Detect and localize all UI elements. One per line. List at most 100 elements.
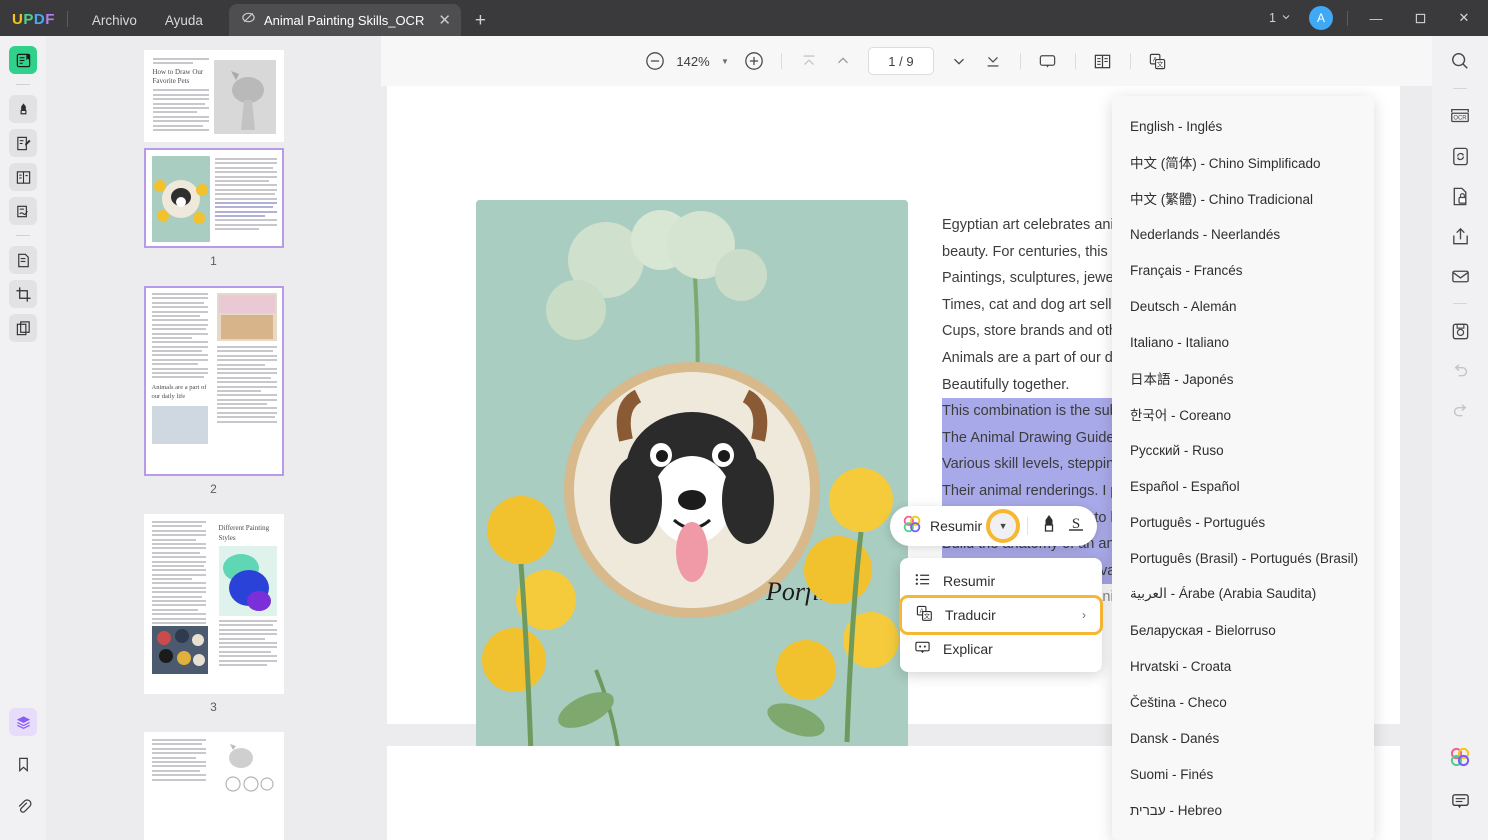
- thumbnail-page-2[interactable]: Animals are a part of our daily life: [143, 286, 284, 476]
- last-page-icon[interactable]: [976, 46, 1010, 76]
- thumbnail-page-1b[interactable]: [143, 148, 284, 248]
- ai-menu-label: Traducir: [945, 607, 996, 623]
- presentation-icon[interactable]: [1031, 46, 1065, 76]
- comment-icon[interactable]: [1447, 788, 1473, 814]
- translate-icon: A文: [916, 605, 933, 625]
- page-indicator[interactable]: 1 / 9: [867, 47, 934, 75]
- close-icon[interactable]: ✕: [438, 13, 451, 28]
- language-option[interactable]: Português (Brasil) - Portugués (Brasil): [1112, 540, 1374, 576]
- strikethrough-icon[interactable]: S: [1067, 513, 1085, 540]
- language-option[interactable]: 한국어 - Coreano: [1112, 396, 1374, 432]
- document-tab[interactable]: Animal Painting Skills_OCR ✕: [228, 4, 461, 36]
- language-option[interactable]: Suomi - Finés: [1112, 756, 1374, 792]
- menu-ayuda[interactable]: Ayuda: [151, 13, 217, 36]
- share-icon[interactable]: [1447, 223, 1473, 249]
- thumbnail-page-4[interactable]: [143, 732, 284, 840]
- zoom-out-icon[interactable]: [638, 46, 672, 76]
- language-option[interactable]: Deutsch - Alemán: [1112, 288, 1374, 324]
- language-option[interactable]: Беларуская - Bielorruso: [1112, 612, 1374, 648]
- next-page-icon[interactable]: [942, 46, 976, 76]
- logo-letter-f: F: [45, 11, 55, 28]
- language-submenu[interactable]: English - Inglés 中文 (简体) - Chino Simplif…: [1112, 96, 1374, 840]
- sidebar-item-layers-panel[interactable]: [9, 708, 37, 736]
- language-option[interactable]: 日本語 - Japonés: [1112, 360, 1374, 396]
- sidebar-item-sign-tool[interactable]: [9, 197, 37, 225]
- thumbnail-image-watercolor-blue: [218, 546, 277, 616]
- thumbnail-group-1[interactable]: How to Draw Our Favorite Pets 1: [143, 44, 284, 280]
- language-option[interactable]: العربية - Árabe (Arabia Saudita): [1112, 576, 1374, 612]
- thumbnail-page-3[interactable]: Different Painting Styles: [143, 514, 284, 694]
- explain-bubble-icon: [914, 639, 931, 659]
- sidebar-item-annotate-tool[interactable]: [9, 129, 37, 157]
- language-option[interactable]: Nederlands - Neerlandés: [1112, 216, 1374, 252]
- first-page-icon[interactable]: [792, 46, 826, 76]
- lock-document-icon[interactable]: [1447, 183, 1473, 209]
- convert-icon[interactable]: [1447, 143, 1473, 169]
- prev-page-icon[interactable]: [826, 46, 860, 76]
- document-tab-label: Animal Painting Skills_OCR: [263, 12, 425, 28]
- language-option[interactable]: Français - Francés: [1112, 252, 1374, 288]
- ai-sparkle-icon[interactable]: [1447, 744, 1473, 770]
- ai-menu-label: Resumir: [943, 573, 996, 589]
- language-option[interactable]: Italiano - Italiano: [1112, 324, 1374, 360]
- thumbnail-image-dog-hoop: [151, 156, 210, 242]
- thumbnail-page-1a[interactable]: How to Draw Our Favorite Pets: [143, 50, 284, 142]
- sidebar-item-highlight-tool[interactable]: [9, 95, 37, 123]
- redo-icon[interactable]: [1447, 398, 1473, 424]
- thumbnail-title-3: Different Painting Styles: [218, 524, 270, 542]
- ai-dropdown-caret[interactable]: ▼: [986, 509, 1021, 543]
- document-photo-dog-embroidery: Porfirio: [476, 200, 908, 765]
- maximize-button[interactable]: [1398, 0, 1442, 36]
- thumbnail-group-3[interactable]: Different Painting Styles 3: [143, 508, 284, 726]
- close-window-button[interactable]: ✕: [1442, 0, 1486, 36]
- page-thumbnail-panel[interactable]: How to Draw Our Favorite Pets 1 Animals …: [46, 36, 381, 840]
- ai-dropdown-menu[interactable]: Resumir A文 Traducir › Explicar: [899, 558, 1103, 672]
- titlebar-right-group: 1 A — ✕: [1259, 0, 1488, 36]
- list-icon: [914, 571, 931, 591]
- language-option[interactable]: 中文 (简体) - Chino Simplificado: [1112, 144, 1374, 180]
- sidebar-item-form-tool[interactable]: [9, 163, 37, 191]
- sidebar-item-crop-tool[interactable]: [9, 280, 37, 308]
- avatar[interactable]: A: [1309, 6, 1333, 30]
- window-count[interactable]: 1: [1259, 11, 1301, 25]
- zoom-level-value[interactable]: 142%: [672, 54, 714, 69]
- sidebar-item-page-edit[interactable]: [9, 246, 37, 274]
- minimize-button[interactable]: —: [1354, 0, 1398, 36]
- sidebar-item-organize-pages[interactable]: [9, 314, 37, 342]
- sidebar-item-reader-mode[interactable]: [9, 46, 37, 74]
- logo-letter-d: D: [33, 11, 46, 28]
- undo-icon[interactable]: [1447, 358, 1473, 384]
- language-option[interactable]: Hrvatski - Croata: [1112, 648, 1374, 684]
- save-icon[interactable]: [1447, 318, 1473, 344]
- zoom-in-icon[interactable]: [737, 46, 771, 76]
- language-option[interactable]: English - Inglés: [1112, 108, 1374, 144]
- language-option[interactable]: Dansk - Danés: [1112, 720, 1374, 756]
- language-option[interactable]: Magyar - Húngaro: [1112, 828, 1374, 840]
- language-option[interactable]: Čeština - Checo: [1112, 684, 1374, 720]
- thumbnail-group-4[interactable]: [143, 726, 284, 840]
- chevron-down-icon[interactable]: ▼: [721, 57, 729, 66]
- sidebar-item-attachments-panel[interactable]: [9, 792, 37, 820]
- right-rail-bottom-group: [1447, 744, 1473, 840]
- thumbnail-group-2[interactable]: Animals are a part of our daily life 2: [143, 280, 284, 508]
- ai-menu-item-traducir[interactable]: A文 Traducir ›: [899, 595, 1103, 635]
- language-option[interactable]: עברית - Hebreo: [1112, 792, 1374, 828]
- translate-icon[interactable]: A文: [1141, 46, 1175, 76]
- ocr-icon[interactable]: OCR: [1447, 103, 1473, 129]
- sidebar-item-bookmarks-panel[interactable]: [9, 750, 37, 778]
- thumbnail-image-paint-palette: [216, 293, 277, 341]
- ai-menu-item-resumir[interactable]: Resumir: [900, 564, 1102, 598]
- new-tab-button[interactable]: +: [475, 11, 486, 30]
- envelope-icon[interactable]: [1447, 263, 1473, 289]
- ai-floating-toolbar[interactable]: Resumir ▼ S: [890, 506, 1098, 546]
- language-option[interactable]: 中文 (繁體) - Chino Tradicional: [1112, 180, 1374, 216]
- reading-view-icon[interactable]: [1086, 46, 1120, 76]
- menu-archivo[interactable]: Archivo: [78, 13, 151, 36]
- language-option[interactable]: Español - Español: [1112, 468, 1374, 504]
- language-option[interactable]: Português - Portugués: [1112, 504, 1374, 540]
- language-option[interactable]: Русский - Ruso: [1112, 432, 1374, 468]
- ai-menu-item-explicar[interactable]: Explicar: [900, 632, 1102, 666]
- logo-letter-p: P: [23, 11, 34, 28]
- search-icon[interactable]: [1447, 48, 1473, 74]
- marker-pen-icon[interactable]: [1039, 513, 1059, 540]
